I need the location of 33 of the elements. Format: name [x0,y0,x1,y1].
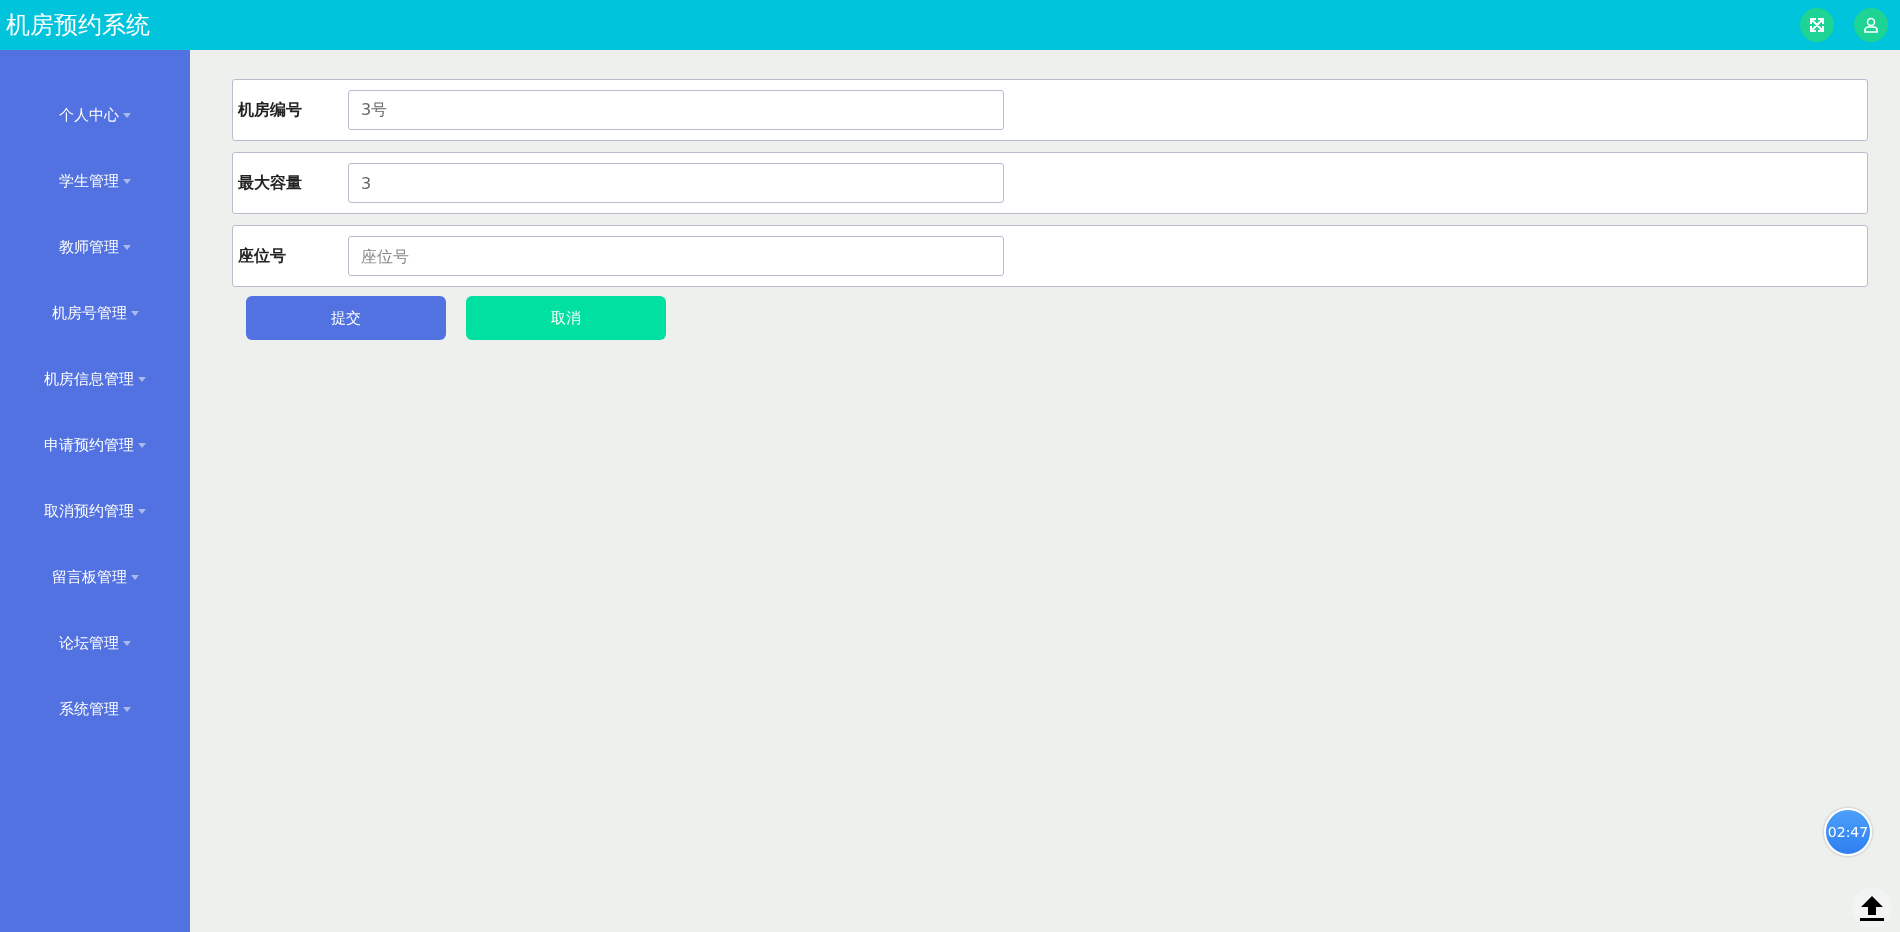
caret-icon [130,574,139,580]
sidebar-item[interactable]: 个人中心 [53,82,137,148]
caret-icon [138,376,146,382]
upload-arrow-icon [1857,893,1887,923]
caret-icon [123,178,131,184]
user-icon [1863,17,1879,33]
input-field[interactable]: 座位号 [348,236,1004,276]
input-field[interactable]: 3号 [348,90,1004,130]
sidebar-item[interactable]: 机房信息管理 [38,346,152,412]
field-label: 最大容量 [238,172,303,194]
caret-icon [123,706,131,712]
caret-icon [123,112,131,118]
sidebar-item[interactable]: 学生管理 [53,148,137,214]
caret-icon [123,640,131,646]
sidebar-item[interactable]: 留言板管理 [45,544,145,610]
sidebar-item[interactable]: 系统管理 [53,676,137,742]
input-field[interactable]: 3 [348,163,1004,203]
fullscreen-button[interactable] [1800,8,1834,42]
caret-icon [130,310,139,316]
sidebar-item[interactable]: 教师管理 [53,214,137,280]
submit-button[interactable]: 提交 [246,296,446,340]
user-button[interactable] [1854,8,1888,42]
caret-icon [138,508,146,514]
expand-arrows-icon [1809,17,1825,33]
field-label: 机房编号 [238,99,303,121]
sidebar-item[interactable]: 申请预约管理 [38,412,152,478]
app-title: 机房预约系统 [6,10,150,41]
field-label: 座位号 [238,245,287,267]
sidebar-item[interactable]: 论坛管理 [53,610,137,676]
caret-icon [138,442,146,448]
caret-icon [123,244,131,250]
sidebar-item[interactable]: 取消预约管理 [38,478,152,544]
sidebar-item[interactable]: 机房号管理 [45,280,145,346]
